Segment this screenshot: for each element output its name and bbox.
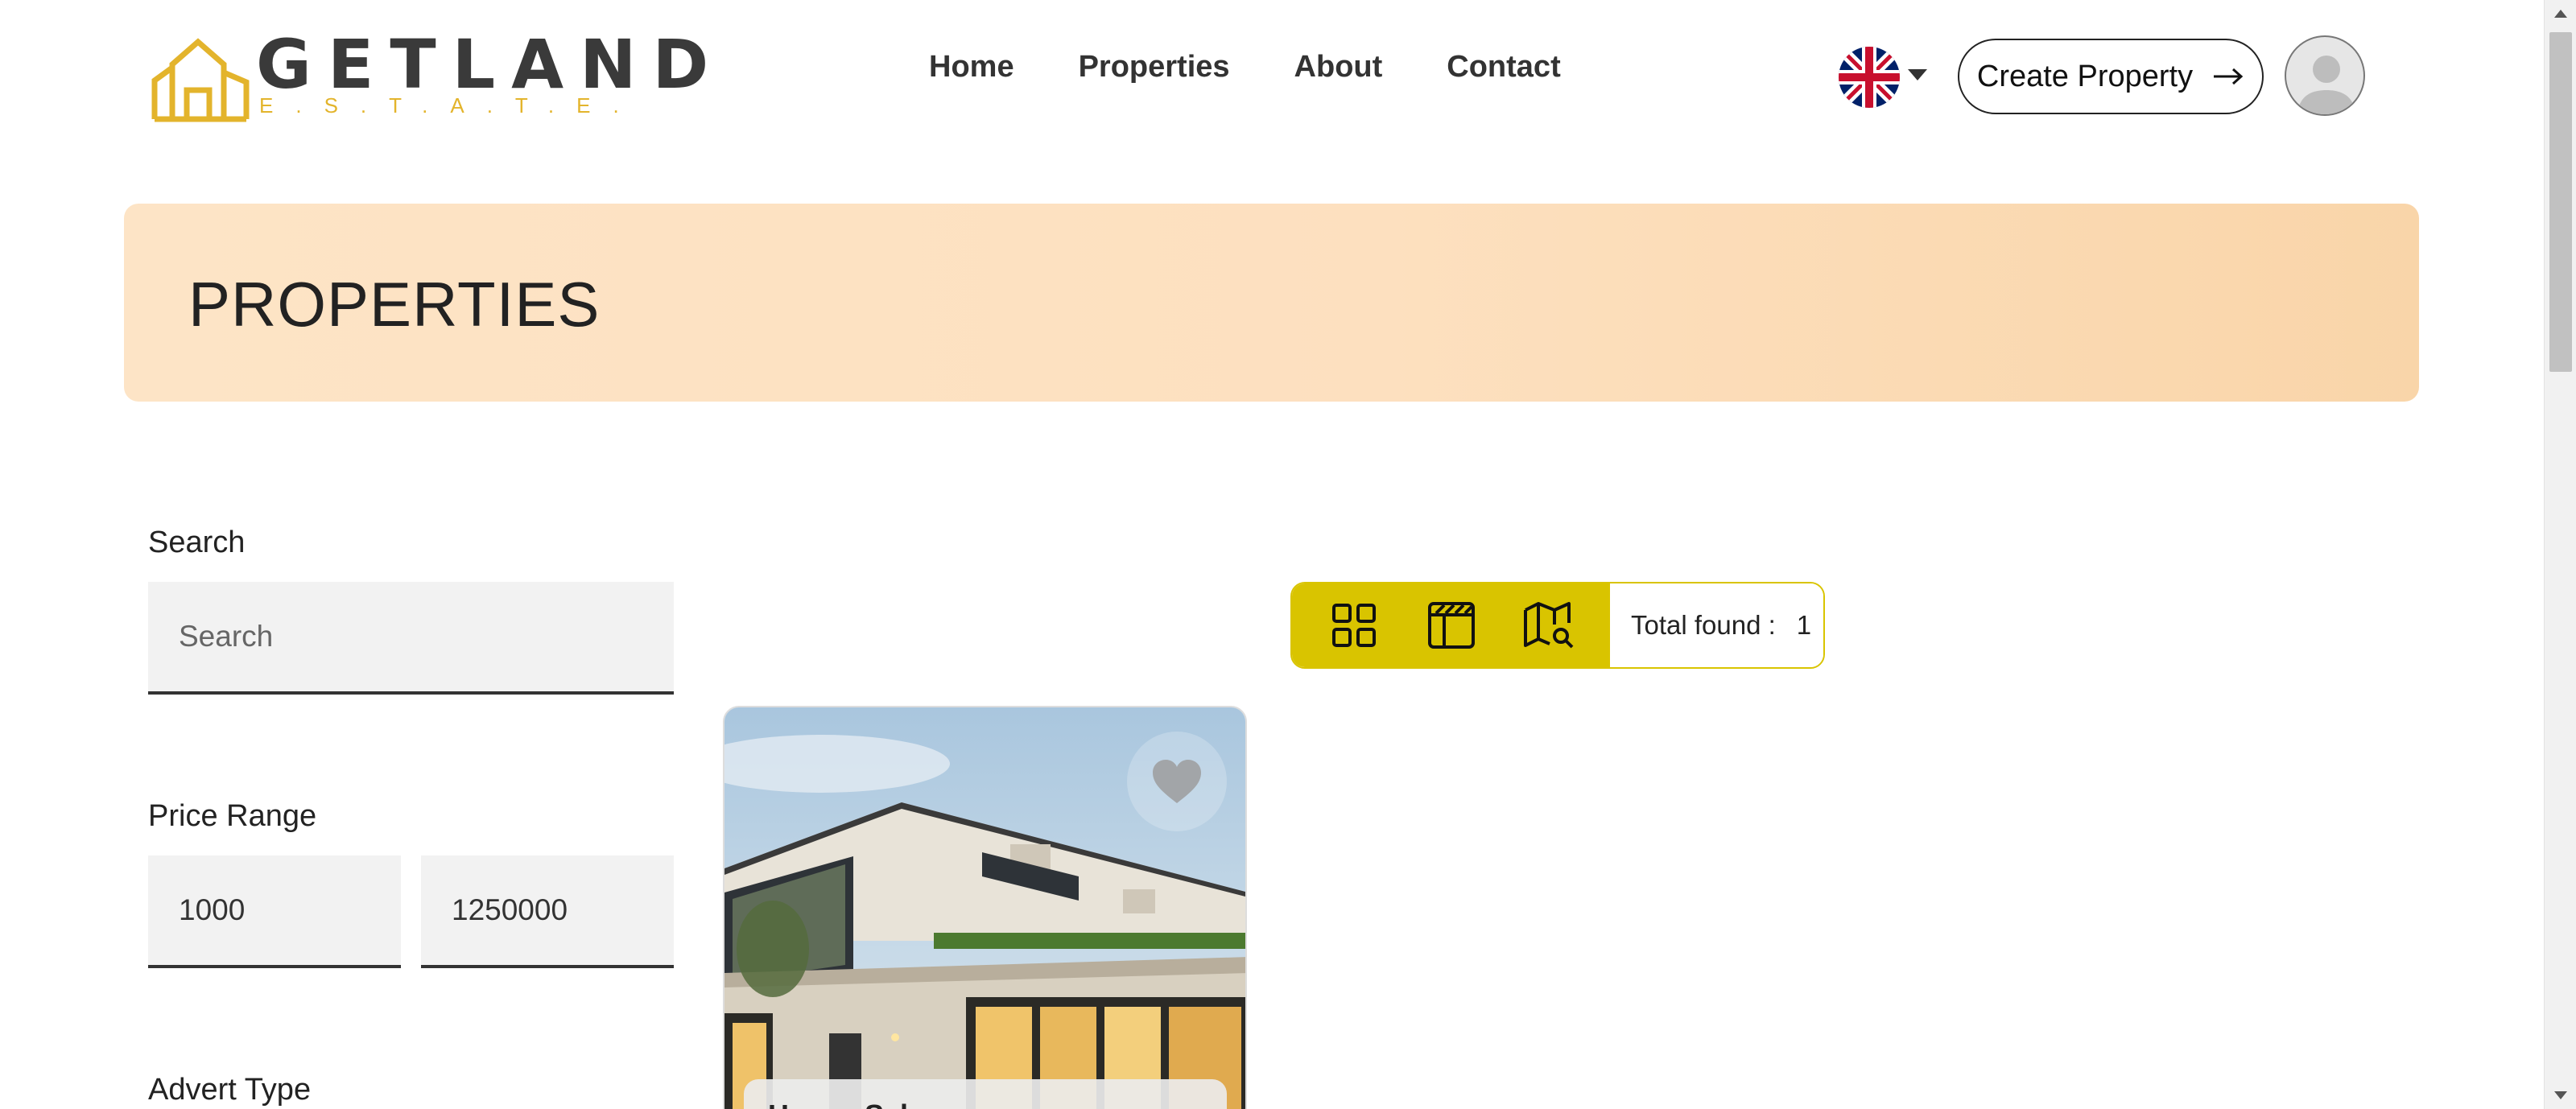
list-view-button[interactable]	[1419, 593, 1484, 658]
price-max-field[interactable]: 1250000	[421, 855, 674, 968]
top-header: GETLAND E.S.T.A.T.E. Home Properties Abo…	[0, 0, 2544, 153]
search-field[interactable]	[148, 582, 674, 695]
property-title: House Sale	[768, 1099, 924, 1109]
price-min-value: 1000	[179, 893, 246, 926]
search-input[interactable]	[179, 620, 674, 653]
building-logo-icon	[151, 38, 250, 122]
language-selector[interactable]	[1837, 45, 1930, 109]
view-switcher	[1292, 583, 1610, 667]
nav-properties[interactable]: Properties	[1079, 50, 1230, 85]
page-scrollbar[interactable]	[2544, 0, 2576, 1109]
nav-about[interactable]: About	[1294, 50, 1383, 85]
total-found-count: 1	[1796, 610, 1812, 640]
search-label: Search	[148, 526, 246, 559]
scroll-up-icon[interactable]	[2554, 10, 2567, 18]
heart-icon	[1153, 760, 1201, 803]
page-banner: PROPERTIES	[124, 204, 2419, 402]
list-view-icon	[1427, 602, 1475, 649]
grid-view-button[interactable]	[1322, 593, 1386, 658]
page-title: PROPERTIES	[188, 269, 601, 340]
map-view-button[interactable]	[1517, 593, 1581, 658]
view-toolbar: Total found : 1	[1290, 582, 1825, 669]
advert-type-label: Advert Type	[148, 1073, 312, 1107]
total-found-label: Total found :	[1631, 610, 1776, 640]
brand-name: GETLAND	[256, 25, 725, 104]
price-range-label: Price Range	[148, 799, 317, 833]
user-avatar-icon	[2297, 56, 2355, 114]
uk-flag-icon	[1839, 47, 1900, 108]
scrollbar-thumb[interactable]	[2549, 32, 2572, 372]
total-found: Total found : 1	[1610, 583, 1823, 667]
create-property-label: Create Property	[1976, 59, 2194, 93]
property-card[interactable]: House Sale	[723, 706, 1247, 1109]
create-property-button[interactable]: Create Property	[1958, 39, 2264, 114]
user-avatar[interactable]	[2285, 35, 2365, 116]
grid-view-icon	[1331, 604, 1376, 647]
price-max-value: 1250000	[452, 893, 568, 926]
brand-logo[interactable]: GETLAND E.S.T.A.T.E.	[151, 31, 708, 123]
scroll-down-icon[interactable]	[2554, 1091, 2567, 1099]
favorite-button[interactable]	[1127, 732, 1227, 831]
map-search-icon	[1523, 602, 1573, 649]
nav-contact[interactable]: Contact	[1447, 50, 1560, 85]
brand-tagline: E.S.T.A.T.E.	[259, 93, 642, 117]
property-card-info: House Sale	[744, 1079, 1227, 1109]
main-nav: Home Properties About Contact	[929, 50, 1561, 85]
nav-home[interactable]: Home	[929, 50, 1014, 85]
price-min-field[interactable]: 1000	[148, 855, 401, 968]
chevron-down-icon	[1908, 69, 1927, 80]
arrow-right-icon	[2214, 68, 2244, 85]
